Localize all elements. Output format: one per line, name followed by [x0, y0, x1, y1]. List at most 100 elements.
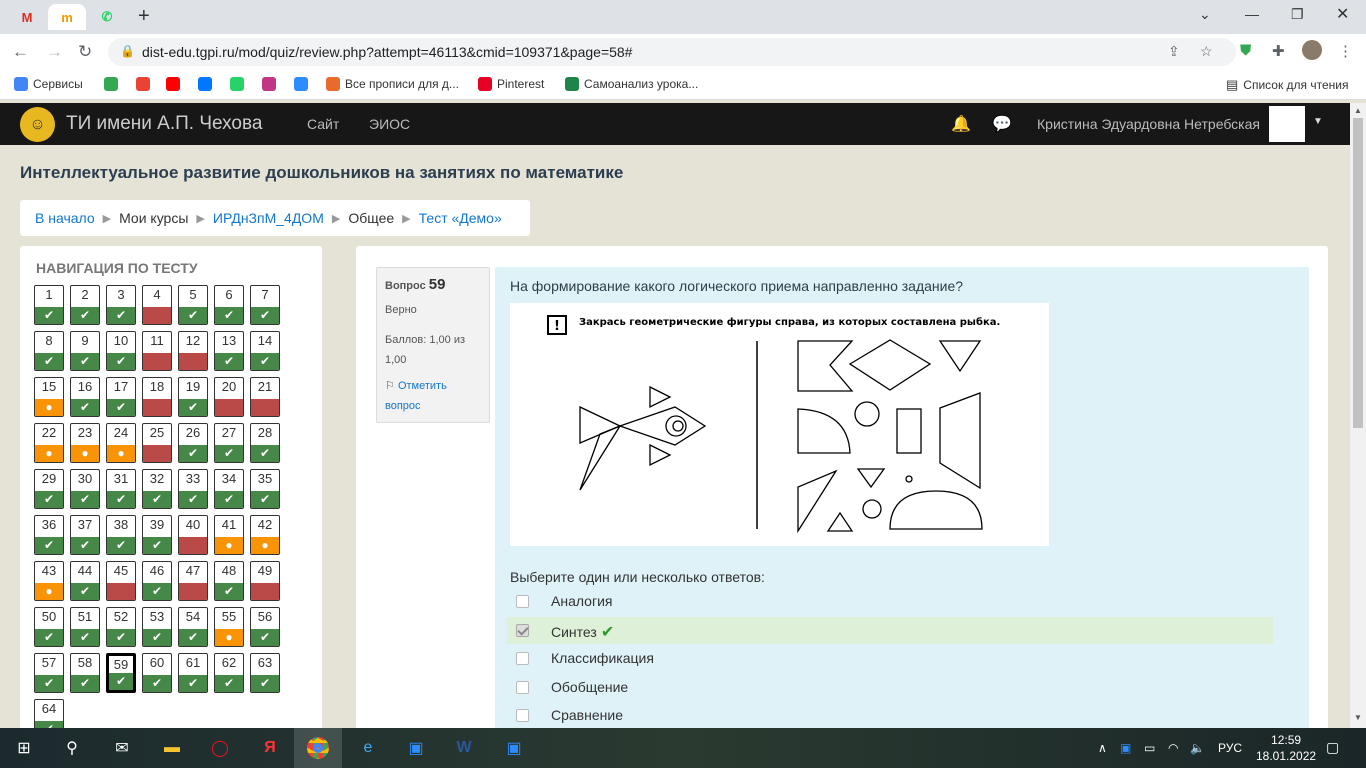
answer-checkbox[interactable]	[516, 623, 529, 637]
answer-option[interactable]: Синтез ✔	[507, 616, 1273, 644]
quiz-nav-question-60[interactable]: 60 ✔	[142, 653, 172, 693]
bookmark-item[interactable]	[166, 77, 180, 91]
nav-link-eios[interactable]: ЭИОС	[369, 116, 410, 132]
quiz-nav-question-45[interactable]: 45	[106, 561, 136, 601]
quiz-nav-question-7[interactable]: 7 ✔	[250, 285, 280, 325]
answer-checkbox[interactable]	[516, 595, 529, 608]
notifications-bell-icon[interactable]: 🔔	[951, 114, 971, 134]
quiz-nav-question-36[interactable]: 36 ✔	[34, 515, 64, 555]
quiz-nav-question-5[interactable]: 5 ✔	[178, 285, 208, 325]
quiz-nav-question-41[interactable]: 41 ●	[214, 515, 244, 555]
quiz-nav-question-9[interactable]: 9 ✔	[70, 331, 100, 371]
quiz-nav-question-34[interactable]: 34 ✔	[214, 469, 244, 509]
site-logo[interactable]: ☺	[20, 107, 55, 142]
forward-button[interactable]: →	[46, 42, 63, 62]
quiz-nav-question-35[interactable]: 35 ✔	[250, 469, 280, 509]
bookmark-item[interactable]	[230, 77, 244, 91]
quiz-nav-question-52[interactable]: 52 ✔	[106, 607, 136, 647]
battery-icon[interactable]: ▭	[1144, 741, 1155, 755]
user-menu-caret-icon[interactable]: ▼	[1313, 116, 1323, 127]
breadcrumb-course[interactable]: ИРДнЗпМ_4ДОМ	[213, 210, 324, 226]
user-avatar[interactable]	[1269, 106, 1305, 142]
quiz-nav-question-12[interactable]: 12	[178, 331, 208, 371]
opera-browser-icon[interactable]: ◯	[208, 736, 232, 760]
quiz-nav-question-62[interactable]: 62 ✔	[214, 653, 244, 693]
profile-avatar[interactable]	[1302, 40, 1322, 60]
quiz-nav-question-13[interactable]: 13 ✔	[214, 331, 244, 371]
address-bar[interactable]: 🔒 dist-edu.tgpi.ru/mod/quiz/review.php?a…	[108, 38, 1236, 66]
menu-kebab-icon[interactable]: ⋮	[1338, 42, 1353, 60]
answer-option[interactable]: Классификация	[507, 645, 1273, 672]
puzzle-extensions-icon[interactable]: ✚	[1272, 42, 1285, 60]
quiz-nav-question-61[interactable]: 61 ✔	[178, 653, 208, 693]
flag-question-link[interactable]: ⚐ Отметить вопрос	[385, 376, 483, 416]
quiz-nav-question-44[interactable]: 44 ✔	[70, 561, 100, 601]
breadcrumb-quiz[interactable]: Тест «Демо»	[419, 210, 502, 226]
search-icon[interactable]: ⚲	[60, 736, 84, 760]
quiz-nav-question-40[interactable]: 40	[178, 515, 208, 555]
quiz-nav-question-29[interactable]: 29 ✔	[34, 469, 64, 509]
word-app-icon[interactable]: W	[452, 736, 476, 760]
bookmark-star-icon[interactable]: ☆	[1200, 43, 1213, 60]
quiz-nav-question-50[interactable]: 50 ✔	[34, 607, 64, 647]
system-clock[interactable]: 12:59 18.01.2022	[1256, 732, 1316, 764]
quiz-nav-question-23[interactable]: 23 ●	[70, 423, 100, 463]
volume-icon[interactable]: 🔈	[1190, 741, 1205, 755]
url-text[interactable]: dist-edu.tgpi.ru/mod/quiz/review.php?att…	[142, 44, 632, 60]
quiz-nav-question-20[interactable]: 20	[214, 377, 244, 417]
quiz-nav-question-48[interactable]: 48 ✔	[214, 561, 244, 601]
quiz-nav-question-31[interactable]: 31 ✔	[106, 469, 136, 509]
reading-list[interactable]: ▤ Список для чтения	[1226, 77, 1349, 93]
zoom-app-icon-2[interactable]: ▣	[502, 736, 526, 760]
bookmark-item[interactable]: Pinterest	[478, 77, 544, 91]
browser-tab[interactable]: ✆	[88, 4, 126, 30]
quiz-nav-question-63[interactable]: 63 ✔	[250, 653, 280, 693]
chrome-taskbar-icon[interactable]	[294, 728, 342, 768]
quiz-nav-question-55[interactable]: 55 ●	[214, 607, 244, 647]
quiz-nav-question-54[interactable]: 54 ✔	[178, 607, 208, 647]
quiz-nav-question-28[interactable]: 28 ✔	[250, 423, 280, 463]
quiz-nav-question-58[interactable]: 58 ✔	[70, 653, 100, 693]
answer-checkbox[interactable]	[516, 652, 529, 665]
bookmark-item[interactable]	[136, 77, 150, 91]
nav-link-site[interactable]: Сайт	[307, 116, 339, 132]
bookmark-item[interactable]	[198, 77, 212, 91]
bookmark-item[interactable]: Все прописи для д...	[326, 77, 459, 91]
quiz-nav-question-43[interactable]: 43 ●	[34, 561, 64, 601]
quiz-nav-question-46[interactable]: 46 ✔	[142, 561, 172, 601]
shield-extension-icon[interactable]: ⛊	[1240, 42, 1251, 59]
file-explorer-icon[interactable]: ▬	[160, 736, 184, 760]
quiz-nav-question-38[interactable]: 38 ✔	[106, 515, 136, 555]
tray-chevron-icon[interactable]: ∧	[1098, 741, 1107, 755]
edge-browser-icon[interactable]: e	[356, 736, 380, 760]
breadcrumb-section[interactable]: Общее	[348, 210, 394, 226]
new-tab-button[interactable]: +	[138, 5, 150, 28]
quiz-nav-question-25[interactable]: 25	[142, 423, 172, 463]
quiz-nav-question-27[interactable]: 27 ✔	[214, 423, 244, 463]
quiz-nav-question-37[interactable]: 37 ✔	[70, 515, 100, 555]
tab-search-icon[interactable]: ⌄	[1199, 6, 1211, 23]
quiz-nav-question-59[interactable]: 59 ✔	[106, 653, 136, 693]
messages-chat-icon[interactable]: 💬	[992, 114, 1012, 134]
user-name[interactable]: Кристина Эдуардовна Нетребская	[1037, 116, 1260, 132]
browser-tab[interactable]: M	[8, 4, 46, 30]
quiz-nav-question-24[interactable]: 24 ●	[106, 423, 136, 463]
quiz-nav-question-11[interactable]: 11	[142, 331, 172, 371]
bookmark-item[interactable]	[104, 77, 118, 91]
quiz-nav-question-21[interactable]: 21	[250, 377, 280, 417]
quiz-nav-question-49[interactable]: 49	[250, 561, 280, 601]
quiz-nav-question-32[interactable]: 32 ✔	[142, 469, 172, 509]
quiz-nav-question-42[interactable]: 42 ●	[250, 515, 280, 555]
site-brand[interactable]: ТИ имени А.П. Чехова	[66, 113, 262, 135]
breadcrumb-home[interactable]: В начало	[35, 210, 95, 226]
scroll-down-icon[interactable]: ▼	[1354, 713, 1362, 722]
bookmark-item[interactable]: Сервисы	[14, 77, 83, 91]
page-scrollbar[interactable]: ▲ ▼	[1350, 103, 1366, 728]
quiz-nav-question-56[interactable]: 56 ✔	[250, 607, 280, 647]
browser-tab[interactable]: m	[48, 4, 86, 30]
breadcrumb-my-courses[interactable]: Мои курсы	[119, 210, 188, 226]
minimize-button[interactable]: —	[1245, 6, 1259, 22]
quiz-nav-question-16[interactable]: 16 ✔	[70, 377, 100, 417]
bookmark-item[interactable]: Самоанализ урока...	[565, 77, 698, 91]
yandex-browser-icon[interactable]: Я	[258, 736, 282, 760]
